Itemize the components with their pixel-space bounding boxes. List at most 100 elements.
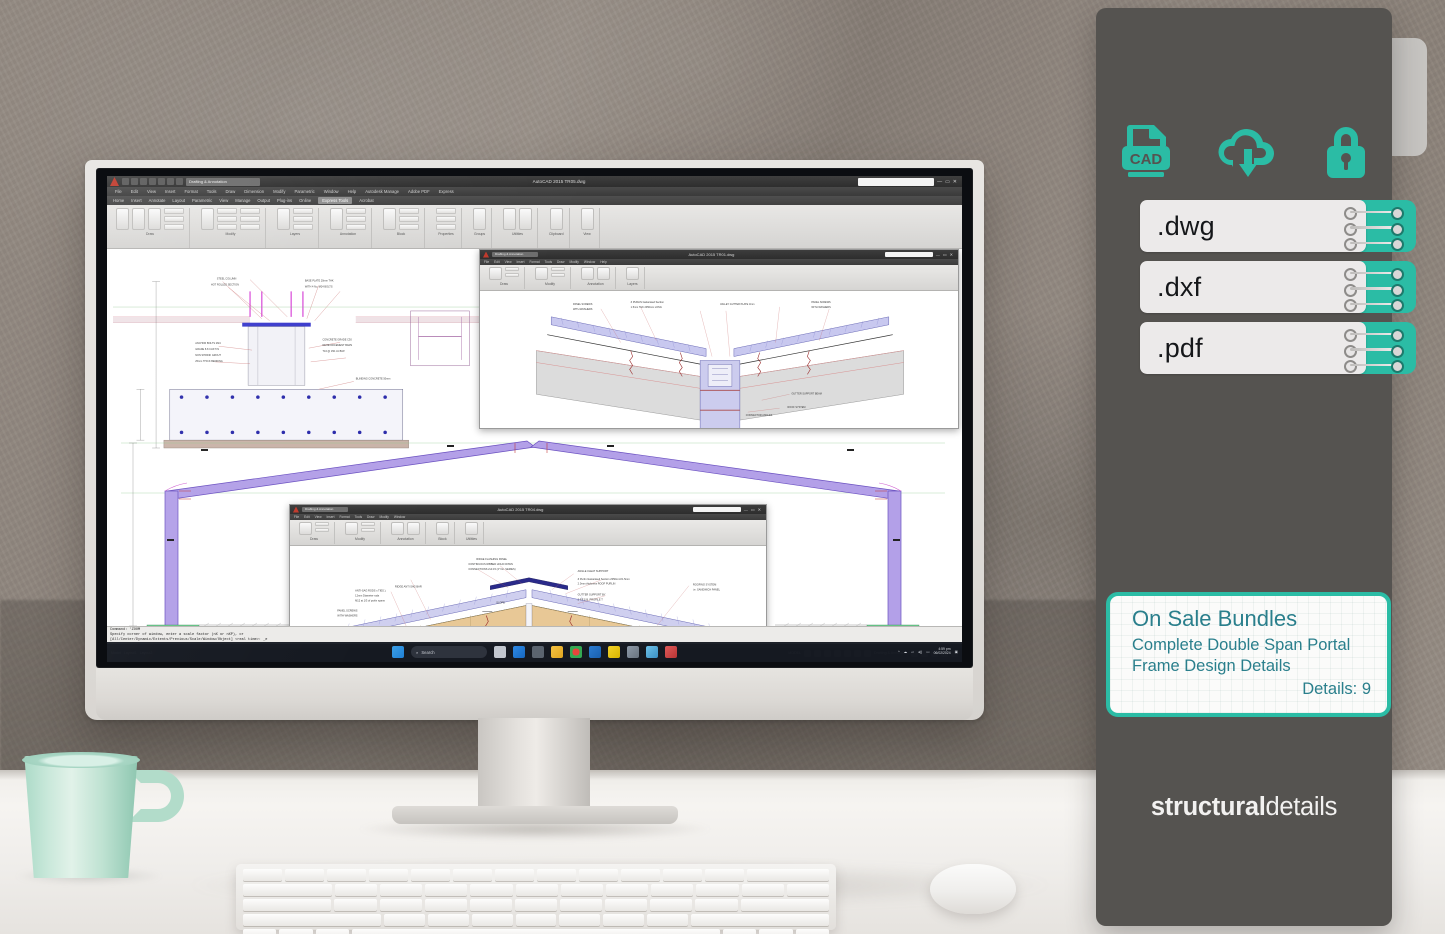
color-control[interactable]: [436, 208, 456, 214]
redo-icon[interactable]: [176, 178, 183, 185]
polyline-tool-icon[interactable]: [132, 208, 145, 230]
menu-window[interactable]: Window: [394, 515, 405, 519]
menu-window[interactable]: Window: [324, 189, 339, 194]
ribbon-group-modify[interactable]: Modify: [530, 267, 571, 289]
minimize-icon[interactable]: —: [936, 252, 940, 257]
key[interactable]: [515, 914, 557, 926]
window-controls[interactable]: — ▭ ✕: [937, 179, 959, 185]
menu-draw[interactable]: Draw: [226, 189, 236, 194]
line-tool-icon[interactable]: [116, 208, 129, 230]
acad-icon[interactable]: [627, 646, 639, 658]
inner-drawing-canvas-valley[interactable]: PANEL SCREWS WITH WASHERS Z PURLIN Galvan…: [480, 291, 958, 428]
key[interactable]: [650, 899, 693, 911]
line-tool-icon[interactable]: [489, 267, 502, 280]
key[interactable]: [559, 914, 601, 926]
arc-tool-icon[interactable]: [315, 522, 329, 526]
menu-tools[interactable]: Tools: [355, 515, 362, 519]
menu-parametric[interactable]: Parametric: [294, 189, 314, 194]
arc-tool-icon[interactable]: [164, 208, 184, 214]
format-row[interactable]: .dxf: [1140, 261, 1416, 313]
menu-view[interactable]: View: [315, 515, 322, 519]
menu-insert[interactable]: Insert: [327, 515, 335, 519]
key[interactable]: [747, 869, 829, 881]
system-tray[interactable]: ^ ☁ ▱ ◂)) ▭ 4:59 pm 06/02/2024 ▣: [898, 647, 958, 656]
key[interactable]: [515, 884, 558, 896]
leader-tool-icon[interactable]: [407, 522, 420, 535]
window-controls[interactable]: — ▭ ✕: [744, 507, 763, 512]
measure-tool-icon[interactable]: [503, 208, 516, 230]
format-row[interactable]: .pdf: [1140, 322, 1416, 374]
photos-icon[interactable]: [646, 646, 658, 658]
keyboard[interactable]: [236, 864, 836, 934]
text-tool-icon[interactable]: [581, 267, 594, 280]
key[interactable]: [424, 899, 467, 911]
ribbon-group-draw[interactable]: Draw: [294, 522, 335, 544]
close-icon[interactable]: ✕: [953, 179, 957, 185]
viewcube-tool-icon[interactable]: [580, 208, 594, 230]
menu-format[interactable]: Format: [184, 189, 197, 194]
menu-draw[interactable]: Draw: [557, 260, 564, 264]
trim-tool-icon[interactable]: [551, 267, 565, 271]
window-controls[interactable]: — ▭ ✕: [936, 252, 955, 257]
ribbon-group-layers[interactable]: Layers: [621, 267, 645, 289]
ribbon-group-annotation[interactable]: Annotation: [576, 267, 616, 289]
key[interactable]: [379, 899, 422, 911]
dimension-tool-icon[interactable]: [597, 267, 610, 280]
key[interactable]: [369, 869, 408, 881]
key[interactable]: [560, 899, 603, 911]
tab-online[interactable]: Online: [299, 198, 311, 203]
autocad-search-input[interactable]: [858, 177, 935, 186]
key[interactable]: [605, 884, 649, 896]
paste-tool-icon[interactable]: [549, 208, 563, 230]
menu-window[interactable]: Window: [584, 260, 595, 264]
menu-file[interactable]: File: [115, 189, 122, 194]
layer-dropdown[interactable]: [293, 208, 313, 214]
key[interactable]: [759, 929, 793, 934]
rectangle-tool-icon[interactable]: [315, 528, 329, 532]
key[interactable]: [470, 884, 513, 896]
key[interactable]: [425, 884, 468, 896]
key[interactable]: [334, 899, 377, 911]
copy-tool-icon[interactable]: [240, 208, 260, 214]
ribbon-group-clipboard[interactable]: Clipboard: [544, 208, 570, 248]
maximize-icon[interactable]: ▭: [945, 179, 950, 185]
menu-view[interactable]: View: [505, 260, 512, 264]
arc-tool-icon[interactable]: [505, 267, 519, 271]
ribbon-group-draw[interactable]: Draw: [111, 208, 190, 248]
cloud-icon[interactable]: ☁: [904, 650, 908, 654]
leader-tool-icon[interactable]: [346, 216, 366, 222]
inner-drawing-canvas-ridge[interactable]: RIDGE FLASHING PANEL CONTINUOUS RIBBED H…: [290, 546, 766, 626]
maximize-icon[interactable]: ▭: [943, 252, 947, 257]
key[interactable]: [495, 869, 534, 881]
menu-file[interactable]: File: [294, 515, 299, 519]
network-icon[interactable]: ▱: [911, 650, 914, 654]
key[interactable]: [469, 899, 512, 911]
menu-help[interactable]: Help: [600, 260, 607, 264]
rectangle-tool-icon[interactable]: [505, 273, 519, 277]
key[interactable]: [428, 914, 469, 926]
close-icon[interactable]: ✕: [950, 252, 953, 257]
key[interactable]: [315, 929, 350, 934]
mirror-tool-icon[interactable]: [361, 528, 375, 532]
line-tool-icon[interactable]: [299, 522, 312, 535]
move-tool-icon[interactable]: [345, 522, 358, 535]
minimize-icon[interactable]: —: [744, 507, 748, 512]
menu-edit[interactable]: Edit: [494, 260, 500, 264]
format-label-dxf[interactable]: .dxf: [1140, 261, 1366, 313]
menu-edit[interactable]: Edit: [131, 189, 138, 194]
key[interactable]: [722, 929, 757, 934]
inner-window-ribbon[interactable]: Draw Modify Annotation: [480, 265, 958, 291]
menu-format[interactable]: Format: [529, 260, 539, 264]
menu-format[interactable]: Format: [339, 515, 349, 519]
ribbon-group-properties[interactable]: Properties: [431, 208, 462, 248]
saveas-icon[interactable]: [149, 178, 156, 185]
menu-dimension[interactable]: Dimension: [244, 189, 264, 194]
layer-properties-icon[interactable]: [626, 267, 639, 280]
key[interactable]: [705, 869, 744, 881]
linetype-control[interactable]: [436, 216, 456, 222]
autocad-search-input[interactable]: [884, 252, 933, 257]
settings-icon[interactable]: [532, 646, 544, 658]
key[interactable]: [471, 914, 513, 926]
autocad-search-input[interactable]: [692, 507, 741, 512]
ribbon-group-block[interactable]: Block: [431, 522, 455, 544]
